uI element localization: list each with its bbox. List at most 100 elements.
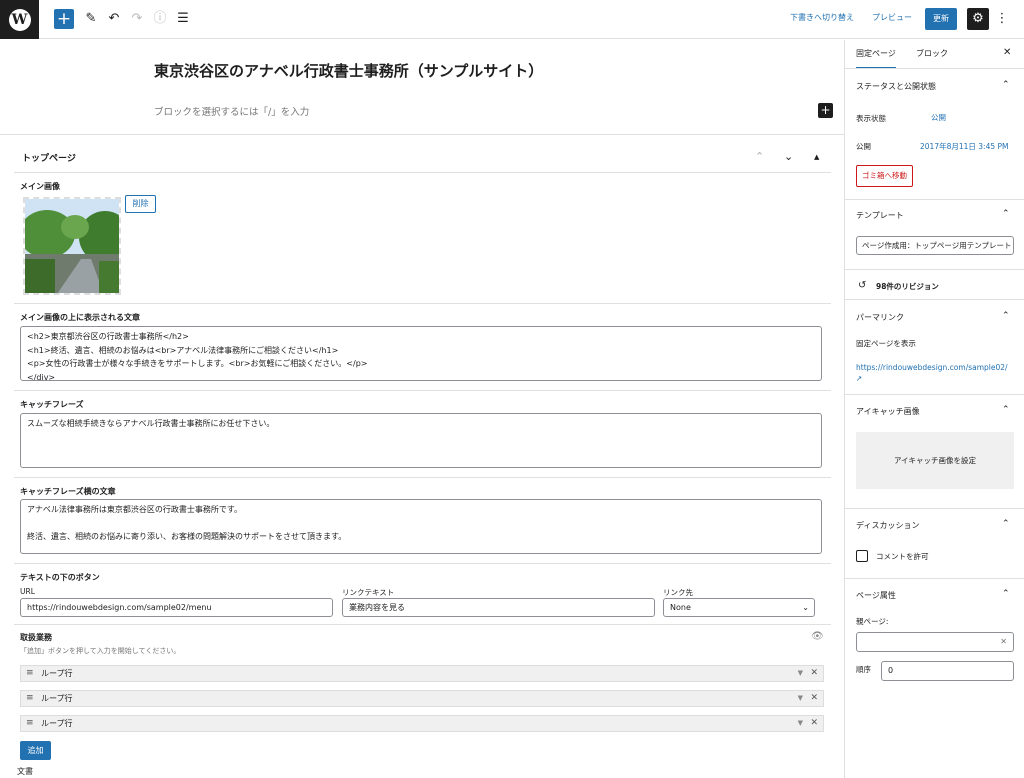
drag-handle-icon[interactable]: ≡ — [26, 691, 34, 706]
editor-topbar: W + ✎ ↶ ↷ ⓘ ☰ 下書きへ切り替え プレビュー 更新 ⚙ ⋮ — [0, 0, 1024, 39]
catchphrase-label: キャッチフレーズ — [20, 400, 84, 409]
discussion-panel-title[interactable]: ディスカッション — [856, 520, 919, 531]
external-link-icon[interactable]: ↗ — [856, 374, 862, 383]
divider — [14, 563, 831, 564]
parent-page-input[interactable]: ✕ — [856, 632, 1014, 652]
block-add-icon[interactable]: + — [818, 103, 833, 118]
main-image-thumbnail[interactable] — [23, 197, 121, 295]
visibility-label: 表示状態 — [856, 114, 886, 123]
side-text-textarea[interactable]: アナベル法律事務所は東京都渋谷区の行政書士事務所です。 終活、遺言、相続のお悩み… — [20, 499, 822, 554]
textarea-line: 終活、遺言、相続のお悩みに寄り添い、お客様の問題解決のサポートをさせて頂きます。 — [27, 532, 347, 541]
repeater-row-label: ループ行 — [41, 669, 73, 678]
side-text-label: キャッチフレーズ横の文章 — [20, 487, 116, 496]
wordpress-logo-button[interactable]: W — [0, 0, 39, 39]
chevron-up-icon[interactable]: ⌃ — [1002, 80, 1010, 90]
visibility-value[interactable]: 公開 — [931, 112, 946, 123]
eye-icon[interactable]: 👁 — [811, 631, 824, 642]
page-attributes-panel-title[interactable]: ページ属性 — [856, 590, 896, 601]
chevron-up-icon[interactable]: ⌃ — [1002, 519, 1010, 529]
overlay-text-textarea[interactable]: <h2>東京都渋谷区の行政書士事務所</h2> <h1>終活、遺言、相続のお悩み… — [20, 326, 822, 381]
preview-link[interactable]: プレビュー — [872, 12, 912, 23]
divider — [845, 508, 1024, 509]
divider — [14, 172, 831, 173]
permalink-url[interactable]: https://rindouwebdesign.com/sample02/ — [856, 363, 1008, 372]
allow-comments-checkbox[interactable] — [856, 550, 868, 562]
chevron-up-icon[interactable]: ⌃ — [1002, 405, 1010, 415]
remove-row-icon[interactable]: ✕ — [810, 666, 818, 681]
chevron-up-icon[interactable]: ⌃ — [1002, 589, 1010, 599]
list-view-icon[interactable]: ☰ — [173, 9, 193, 29]
featured-image-panel-title[interactable]: アイキャッチ画像 — [856, 406, 920, 417]
trash-button[interactable]: ゴミ箱へ移動 — [856, 165, 913, 187]
divider — [14, 390, 831, 391]
divider — [845, 299, 1024, 300]
chevron-up-icon[interactable]: ⌃ — [1002, 209, 1010, 219]
move-up-icon[interactable]: ⌃ — [755, 150, 764, 163]
metabox-title: トップページ — [22, 154, 76, 164]
edit-tool-icon[interactable]: ✎ — [81, 9, 101, 29]
redo-icon[interactable]: ↷ — [127, 9, 147, 29]
delete-image-button[interactable]: 削除 — [125, 195, 156, 213]
repeater-row[interactable]: ≡ ループ行 ▼ ✕ — [20, 715, 824, 732]
move-down-icon[interactable]: ⌄ — [784, 150, 793, 163]
divider — [14, 303, 831, 304]
add-row-button[interactable]: 追加 — [20, 741, 51, 760]
main-image-label: メイン画像 — [20, 182, 60, 191]
repeater-row[interactable]: ≡ ループ行 ▼ ✕ — [20, 690, 824, 707]
divider — [845, 68, 1024, 69]
info-icon[interactable]: ⓘ — [150, 9, 170, 29]
link-target-label: リンク先 — [663, 588, 693, 597]
divider — [845, 578, 1024, 579]
wordpress-logo-icon: W — [8, 8, 31, 31]
set-featured-image-button[interactable]: アイキャッチ画像を設定 — [856, 432, 1014, 489]
revisions-link[interactable]: 98件のリビジョン — [876, 281, 939, 292]
drag-handle-icon[interactable]: ≡ — [26, 716, 34, 731]
block-placeholder[interactable]: ブロックを選択するには「/」を入力 — [154, 104, 309, 118]
page-title[interactable]: 東京渋谷区のアナベル行政書士事務所（サンプルサイト） — [154, 60, 543, 81]
divider — [0, 134, 844, 135]
link-target-select[interactable]: None ⌄ — [663, 598, 815, 617]
divider — [845, 394, 1024, 395]
add-block-button[interactable]: + — [54, 9, 74, 29]
more-options-icon[interactable]: ⋮ — [995, 9, 1009, 29]
close-icon[interactable]: ✕ — [1003, 47, 1011, 58]
expand-arrow-icon[interactable]: ▼ — [798, 691, 803, 706]
publish-date[interactable]: 2017年8月11日 3:45 PM — [920, 141, 1009, 152]
undo-icon[interactable]: ↶ — [104, 9, 124, 29]
clear-icon[interactable]: ✕ — [1000, 633, 1007, 651]
remove-row-icon[interactable]: ✕ — [810, 716, 818, 731]
expand-arrow-icon[interactable]: ▼ — [798, 666, 803, 681]
repeater-row-label: ループ行 — [41, 694, 73, 703]
tab-page[interactable]: 固定ページ — [856, 48, 896, 69]
services-hint: 「追加」ボタンを押して入力を開始してください。 — [20, 647, 181, 655]
drag-handle-icon[interactable]: ≡ — [26, 666, 34, 681]
divider — [845, 199, 1024, 200]
settings-gear-icon[interactable]: ⚙ — [967, 8, 989, 30]
template-panel-title[interactable]: テンプレート — [856, 210, 904, 221]
collapse-toggle-icon[interactable]: ▲ — [814, 153, 819, 161]
switch-to-draft-link[interactable]: 下書きへ切り替え — [790, 12, 854, 23]
order-input[interactable]: 0 — [881, 661, 1014, 681]
template-select[interactable]: ページ作成用：トップページ用テンプレート — [856, 236, 1014, 255]
textarea-line: アナベル法律事務所は東京都渋谷区の行政書士事務所です。 — [27, 505, 243, 514]
remove-row-icon[interactable]: ✕ — [810, 691, 818, 706]
textarea-line: スムーズな相続手続きならアナベル行政書士事務所にお任せ下さい。 — [27, 419, 275, 428]
breadcrumb[interactable]: 文書 — [17, 766, 33, 777]
tab-block[interactable]: ブロック — [916, 48, 948, 59]
link-text-input[interactable]: 業務内容を見る — [342, 598, 655, 617]
button-group-label: テキストの下のボタン — [20, 573, 100, 582]
url-label: URL — [20, 587, 35, 596]
permalink-panel-title[interactable]: パーマリンク — [856, 312, 904, 323]
allow-comments-label: コメントを許可 — [876, 552, 929, 561]
expand-arrow-icon[interactable]: ▼ — [798, 716, 803, 731]
repeater-row[interactable]: ≡ ループ行 ▼ ✕ — [20, 665, 824, 682]
publish-label: 公開 — [856, 142, 871, 151]
update-button[interactable]: 更新 — [925, 8, 957, 30]
settings-sidebar: 固定ページ ブロック ✕ ステータスと公開状態 ⌃ 表示状態 公開 公開 201… — [844, 40, 1024, 778]
chevron-up-icon[interactable]: ⌃ — [1002, 311, 1010, 321]
textarea-line: </div> — [27, 372, 56, 381]
status-panel-title[interactable]: ステータスと公開状態 — [856, 81, 936, 92]
url-input[interactable]: https://rindouwebdesign.com/sample02/men… — [20, 598, 333, 617]
catchphrase-textarea[interactable]: スムーズな相続手続きならアナベル行政書士事務所にお任せ下さい。 — [20, 413, 822, 468]
repeater-row-label: ループ行 — [41, 719, 73, 728]
